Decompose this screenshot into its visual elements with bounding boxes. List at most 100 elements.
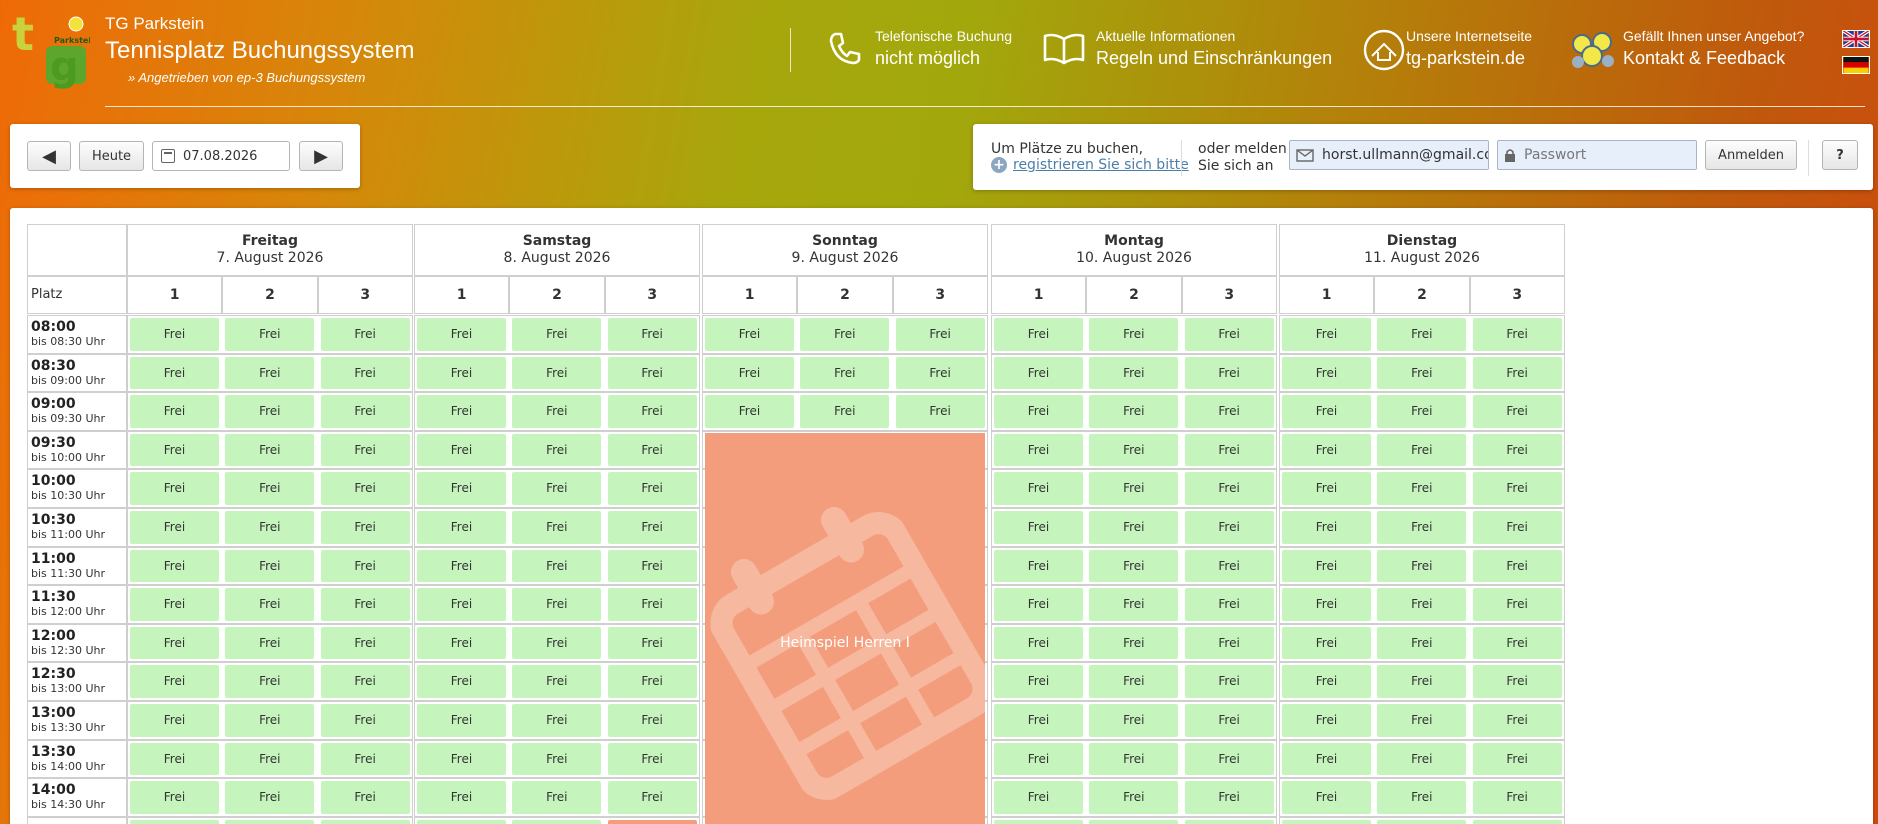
slot-free[interactable]: Frei — [1472, 704, 1562, 737]
slot-free[interactable]: Frei — [607, 742, 697, 776]
slot-free[interactable]: Frei — [1089, 433, 1179, 467]
slot-free[interactable]: Frei — [512, 395, 602, 428]
slot-free[interactable]: Frei — [1089, 588, 1179, 621]
slot-free[interactable]: Frei — [607, 356, 697, 390]
slot-free[interactable]: Frei — [225, 626, 315, 660]
slot-free[interactable]: Frei — [417, 395, 506, 428]
slot-free[interactable]: Frei — [1472, 395, 1562, 428]
slot-free[interactable]: Frei — [512, 433, 602, 467]
slot-free[interactable]: Frei — [1472, 665, 1562, 698]
slot-free[interactable]: Frei — [512, 588, 602, 621]
booked-slot[interactable] — [607, 819, 697, 824]
slot-free[interactable]: Frei — [607, 472, 697, 505]
slot-free[interactable]: Frei — [512, 665, 602, 698]
slot-free[interactable]: Frei — [607, 395, 697, 428]
slot-free[interactable]: Frei — [1184, 588, 1274, 621]
slot-free[interactable]: Frei — [705, 395, 794, 428]
slot-free[interactable]: Frei — [225, 781, 315, 814]
slot-free[interactable]: Frei — [512, 472, 602, 505]
slot-free[interactable]: Frei — [1282, 318, 1371, 351]
slot-free[interactable]: Frei — [320, 742, 410, 776]
slot-free[interactable]: Frei — [1184, 433, 1274, 467]
slot-free[interactable]: Frei — [130, 588, 219, 621]
slot-free[interactable]: Frei — [1282, 588, 1371, 621]
slot-free[interactable]: Frei — [1377, 356, 1467, 390]
slot-free[interactable]: Frei — [1282, 472, 1371, 505]
slot-free[interactable]: Frei — [417, 433, 506, 467]
slot-free[interactable]: Frei — [994, 549, 1083, 583]
event-booking[interactable]: Heimspiel Herren I — [705, 432, 985, 824]
slot-free[interactable]: Frei — [1282, 626, 1371, 660]
slot-free[interactable]: Frei — [320, 395, 410, 428]
slot-free[interactable]: Frei — [1282, 742, 1371, 776]
slot-free[interactable]: Frei — [1282, 433, 1371, 467]
slot-free[interactable]: Frei — [417, 549, 506, 583]
slot-free[interactable]: Frei — [1089, 356, 1179, 390]
slot-free[interactable]: Frei — [1089, 704, 1179, 737]
slot-free[interactable]: Frei — [607, 318, 697, 351]
slot-free[interactable]: Frei — [1377, 472, 1467, 505]
slot-free[interactable]: Frei — [1377, 626, 1467, 660]
slot-free[interactable]: Frei — [705, 318, 794, 351]
app-title[interactable]: Tennisplatz Buchungssystem — [105, 37, 415, 65]
slot-free[interactable]: Frei — [512, 626, 602, 660]
slot-free[interactable] — [512, 819, 602, 824]
slot-free[interactable]: Frei — [320, 433, 410, 467]
slot-free[interactable]: Frei — [130, 626, 219, 660]
today-button[interactable]: Heute — [79, 141, 144, 171]
slot-free[interactable]: Frei — [1089, 626, 1179, 660]
slot-free[interactable]: Frei — [1472, 511, 1562, 544]
slot-free[interactable] — [417, 819, 506, 824]
register-link[interactable]: + registrieren Sie sich bitte — [991, 157, 1189, 173]
slot-free[interactable]: Frei — [1184, 395, 1274, 428]
slot-free[interactable]: Frei — [417, 665, 506, 698]
slot-free[interactable]: Frei — [512, 318, 602, 351]
slot-free[interactable]: Frei — [130, 665, 219, 698]
slot-free[interactable]: Frei — [512, 704, 602, 737]
slot-free[interactable]: Frei — [225, 549, 315, 583]
slot-free[interactable]: Frei — [512, 356, 602, 390]
slot-free[interactable]: Frei — [1089, 549, 1179, 583]
slot-free[interactable]: Frei — [130, 781, 219, 814]
slot-free[interactable]: Frei — [607, 588, 697, 621]
slot-free[interactable]: Frei — [994, 588, 1083, 621]
slot-free[interactable]: Frei — [417, 704, 506, 737]
slot-free[interactable]: Frei — [1184, 626, 1274, 660]
slot-free[interactable]: Frei — [320, 588, 410, 621]
prev-day-button[interactable]: ◀ — [27, 141, 71, 171]
slot-free[interactable]: Frei — [1472, 433, 1562, 467]
powered-by-link[interactable]: ep-3 Buchungssystem — [237, 70, 366, 85]
slot-free[interactable]: Frei — [607, 433, 697, 467]
slot-free[interactable]: Frei — [1282, 781, 1371, 814]
slot-free[interactable]: Frei — [225, 433, 315, 467]
slot-free[interactable]: Frei — [994, 511, 1083, 544]
slot-free[interactable]: Frei — [994, 665, 1083, 698]
slot-free[interactable]: Frei — [225, 704, 315, 737]
slot-free[interactable]: Frei — [1472, 626, 1562, 660]
slot-free[interactable]: Frei — [607, 781, 697, 814]
slot-free[interactable]: Frei — [1377, 511, 1467, 544]
slot-free[interactable]: Frei — [1377, 549, 1467, 583]
slot-free[interactable]: Frei — [1472, 472, 1562, 505]
slot-free[interactable]: Frei — [417, 781, 506, 814]
slot-free[interactable]: Frei — [1184, 781, 1274, 814]
slot-free[interactable]: Frei — [225, 472, 315, 505]
help-button[interactable]: ? — [1822, 140, 1858, 170]
slot-free[interactable]: Frei — [1089, 318, 1179, 351]
slot-free[interactable]: Frei — [130, 742, 219, 776]
slot-free[interactable]: Frei — [895, 318, 985, 351]
slot-free[interactable]: Frei — [607, 549, 697, 583]
slot-free[interactable]: Frei — [320, 665, 410, 698]
slot-free[interactable]: Frei — [1089, 665, 1179, 698]
slot-free[interactable]: Frei — [417, 588, 506, 621]
slot-free[interactable]: Frei — [225, 665, 315, 698]
slot-free[interactable] — [994, 819, 1083, 824]
slot-free[interactable]: Frei — [1282, 704, 1371, 737]
slot-free[interactable]: Frei — [320, 472, 410, 505]
slot-free[interactable]: Frei — [130, 433, 219, 467]
date-input[interactable]: 07.08.2026 — [152, 141, 290, 171]
slot-free[interactable]: Frei — [1184, 742, 1274, 776]
slot-free[interactable]: Frei — [895, 395, 985, 428]
slot-free[interactable]: Frei — [225, 356, 315, 390]
slot-free[interactable]: Frei — [1377, 433, 1467, 467]
